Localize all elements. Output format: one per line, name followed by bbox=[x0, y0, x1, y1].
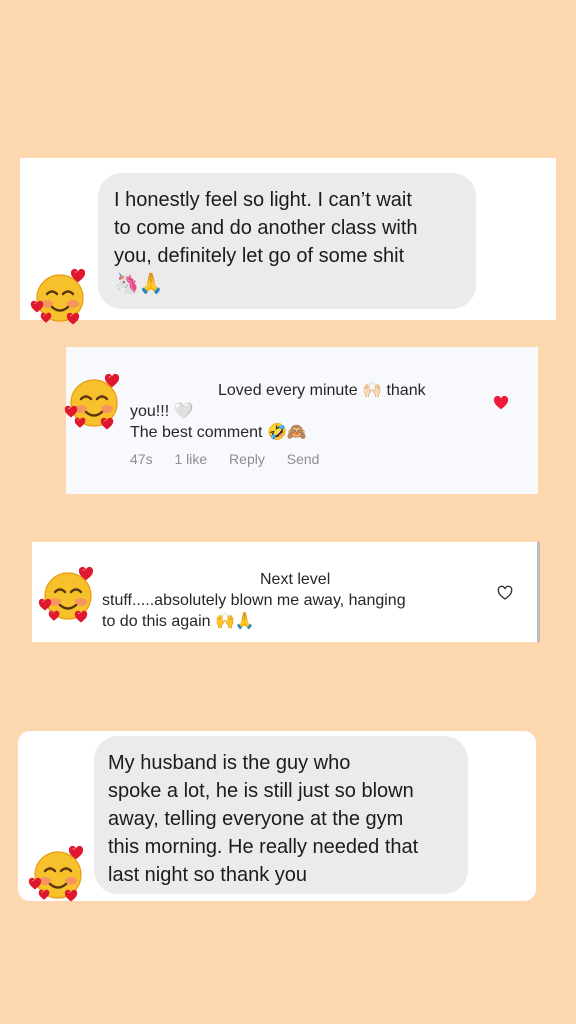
redacted-username bbox=[130, 375, 216, 397]
message-bubble: I honestly feel so light. I can’t wait t… bbox=[98, 173, 476, 309]
message-card-2: My husband is the guy who spoke a lot, h… bbox=[18, 731, 536, 901]
smiling-face-with-hearts-icon bbox=[30, 266, 90, 326]
message-text: I honestly feel so light. I can’t wait t… bbox=[114, 189, 418, 267]
message-emojis: 🦄🙏 bbox=[114, 273, 164, 295]
smiling-face-with-hearts-icon bbox=[64, 371, 124, 431]
send-button[interactable]: Send bbox=[287, 451, 320, 467]
redacted-username bbox=[102, 552, 258, 592]
comment-line-2: you!!! 🤍 bbox=[130, 403, 194, 420]
message-card-1: I honestly feel so light. I can’t wait t… bbox=[20, 158, 556, 320]
likes-count[interactable]: 1 like bbox=[174, 451, 207, 467]
comment-time: 47s bbox=[130, 451, 153, 467]
comment-meta: 47s 1 like Reply Send bbox=[130, 451, 337, 467]
smiling-face-with-hearts-icon bbox=[28, 843, 88, 903]
heart-outline-icon[interactable] bbox=[497, 585, 513, 601]
comment-line-1: Next level bbox=[260, 571, 331, 588]
heart-filled-icon[interactable] bbox=[493, 395, 509, 411]
reply-button[interactable]: Reply bbox=[229, 451, 265, 467]
comment-line-3: to do this again 🙌🙏 bbox=[102, 613, 255, 630]
comment-line-2: stuff.....absolutely blown me away, hang… bbox=[102, 592, 406, 609]
scrollbar[interactable] bbox=[537, 542, 540, 642]
message-text: My husband is the guy who spoke a lot, h… bbox=[108, 752, 419, 886]
comment-line-1: Loved every minute 🙌🏻 thank bbox=[218, 382, 426, 399]
comment-card-1: Loved every minute 🙌🏻 thank you!!! 🤍 The… bbox=[66, 347, 538, 494]
smiling-face-with-hearts-icon bbox=[38, 564, 98, 624]
comment-line-3: The best comment 🤣🙈 bbox=[130, 424, 307, 441]
comment-card-2: Next level stuff.....absolutely blown me… bbox=[32, 542, 540, 642]
message-bubble: My husband is the guy who spoke a lot, h… bbox=[94, 736, 468, 894]
